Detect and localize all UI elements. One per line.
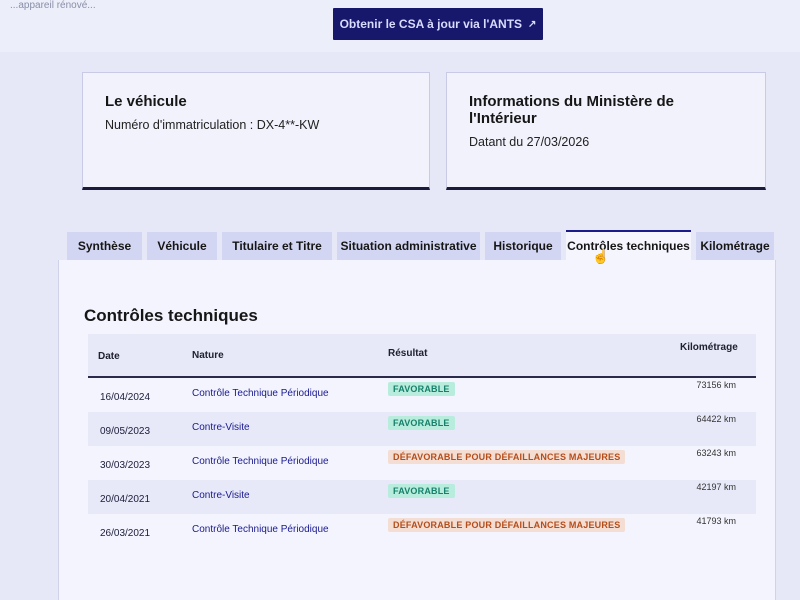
row-mileage: 42197 km (696, 482, 736, 492)
row-date: 26/03/2021 (100, 528, 151, 539)
row-nature: Contrôle Technique Périodique (192, 388, 329, 399)
row-nature: Contre-Visite (192, 490, 250, 501)
row-mileage: 63243 km (696, 448, 736, 458)
row-nature: Contrôle Technique Périodique (192, 456, 329, 467)
external-link-icon: ↗ (528, 18, 537, 30)
column-nature: Nature (192, 350, 224, 361)
ministry-card-title: Informations du Ministère de l'Intérieur (469, 93, 675, 127)
row-date: 20/04/2021 (100, 494, 151, 505)
ministry-date: Datant du 27/03/2026 (469, 135, 590, 149)
tab-vehicule[interactable]: Véhicule (147, 232, 217, 260)
result-badge: DÉFAVORABLE POUR DÉFAILLANCES MAJEURES (388, 518, 626, 532)
tab-synthese[interactable]: Synthèse (67, 232, 142, 260)
row-date: 16/04/2024 (100, 392, 151, 403)
hand-pointer-icon: ☝ (592, 248, 610, 264)
vehicle-card-title: Le véhicule (105, 93, 187, 110)
tab-kilometrage[interactable]: Kilométrage (696, 232, 774, 260)
ants-csa-button[interactable]: Obtenir le CSA à jour via l'ANTS ↗ (333, 8, 543, 40)
column-mileage: Kilométrage (680, 342, 738, 353)
table-row: 26/03/2021 Contrôle Technique Périodique… (88, 514, 756, 548)
registration-number: Numéro d'immatriculation : DX-4**-KW (105, 118, 320, 132)
table-row: 16/04/2024 Contrôle Technique Périodique… (88, 378, 756, 412)
result-badge: FAVORABLE (388, 382, 455, 396)
vehicle-card: Le véhicule Numéro d'immatriculation : D… (82, 72, 430, 190)
tab-titulaire-titre[interactable]: Titulaire et Titre (222, 232, 332, 260)
ants-button-label: Obtenir le CSA à jour via l'ANTS (339, 17, 523, 31)
row-mileage: 41793 km (696, 516, 736, 526)
row-date: 30/03/2023 (100, 460, 151, 471)
tab-historique[interactable]: Historique (485, 232, 561, 260)
row-mileage: 73156 km (696, 380, 736, 390)
table-row: 30/03/2023 Contrôle Technique Périodique… (88, 446, 756, 480)
column-result: Résultat (388, 348, 428, 359)
table-row: 09/05/2023 Contre-Visite FAVORABLE 64422… (88, 412, 756, 446)
ministry-card: Informations du Ministère de l'Intérieur… (446, 72, 766, 190)
table-row: 20/04/2021 Contre-Visite FAVORABLE 42197… (88, 480, 756, 514)
top-crumb: ...appareil rénové... (10, 0, 96, 11)
result-badge: FAVORABLE (388, 416, 455, 430)
row-date: 09/05/2023 (100, 426, 151, 437)
tab-controles-techniques[interactable]: Contrôles techniques (566, 230, 691, 260)
row-mileage: 64422 km (696, 414, 736, 424)
tab-situation-administrative[interactable]: Situation administrative (337, 232, 480, 260)
result-badge: DÉFAVORABLE POUR DÉFAILLANCES MAJEURES (388, 450, 626, 464)
result-badge: FAVORABLE (388, 484, 455, 498)
row-nature: Contrôle Technique Périodique (192, 524, 329, 535)
tab-bar: Synthèse Véhicule Titulaire et Titre Sit… (67, 230, 787, 260)
column-date: Date (98, 351, 120, 362)
controls-table: Date Nature Résultat Kilométrage 16/04/2… (88, 334, 756, 548)
row-nature: Contre-Visite (192, 422, 250, 433)
table-header: Date Nature Résultat Kilométrage (88, 334, 756, 378)
section-title: Contrôles techniques (84, 306, 258, 325)
